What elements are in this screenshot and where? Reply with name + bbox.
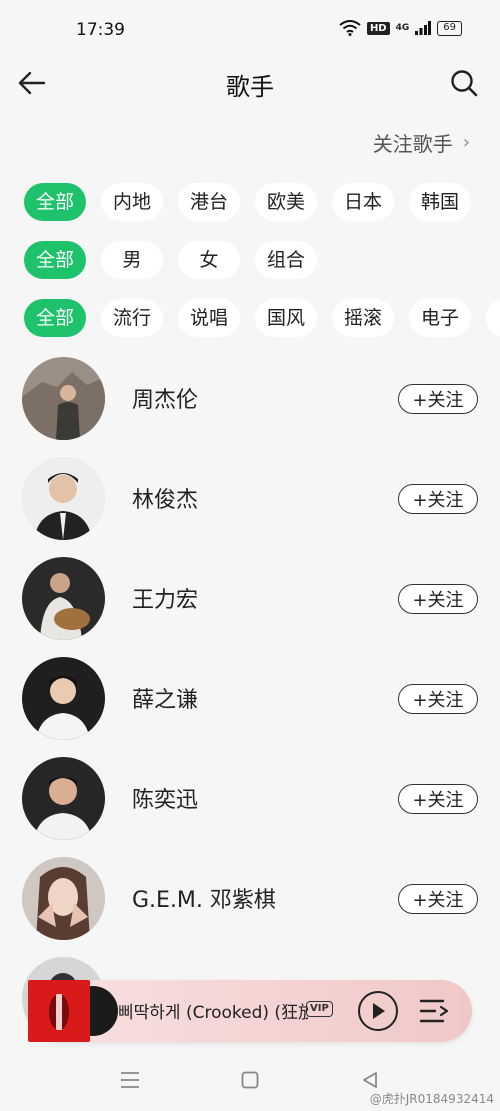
mini-player[interactable]: 삐딱하게 (Crooked) (狂放 VIP — [28, 980, 472, 1042]
avatar — [22, 757, 105, 840]
playlist-button[interactable] — [418, 995, 450, 1027]
singer-name: 薛之谦 — [132, 688, 199, 713]
singer-name: 王力宏 — [132, 588, 199, 613]
genre-chip[interactable]: 流行 — [101, 299, 163, 337]
search-button[interactable] — [446, 65, 482, 101]
singer-row[interactable]: 周杰伦 +关注 — [0, 356, 500, 456]
genre-filter-row: 全部 流行 说唱 国风 摇滚 电子 — [24, 298, 500, 338]
singer-name: 陈奕迅 — [132, 788, 199, 813]
singer-row[interactable]: 王力宏 +关注 — [0, 556, 500, 656]
status-time: 17:39 — [76, 20, 125, 40]
follow-button[interactable]: +关注 — [398, 784, 478, 814]
avatar — [22, 857, 105, 940]
follow-button[interactable]: +关注 — [398, 884, 478, 914]
genre-chip[interactable]: 摇滚 — [332, 299, 394, 337]
region-chip[interactable]: 欧美 — [255, 183, 317, 221]
menu-icon — [121, 1072, 139, 1088]
genre-chip[interactable]: 电子 — [409, 299, 471, 337]
play-button[interactable] — [358, 991, 398, 1031]
search-icon — [451, 70, 478, 97]
region-chip-all[interactable]: 全部 — [24, 183, 86, 221]
chevron-right-icon: › — [462, 132, 470, 153]
singer-row[interactable]: 林俊杰 +关注 — [0, 456, 500, 556]
header: 歌手 — [0, 55, 500, 115]
playlist-icon — [419, 999, 449, 1023]
follow-button[interactable]: +关注 — [398, 384, 478, 414]
genre-chip-all[interactable]: 全部 — [24, 299, 86, 337]
singer-name: 林俊杰 — [132, 488, 199, 513]
region-chip[interactable]: 日本 — [332, 183, 394, 221]
follow-button[interactable]: +关注 — [398, 484, 478, 514]
gender-chip[interactable]: 组合 — [255, 241, 317, 279]
avatar — [22, 657, 105, 740]
status-bar: 17:39 HD 4G 69 — [0, 0, 500, 60]
square-icon — [241, 1071, 259, 1089]
hd-icon: HD — [366, 21, 390, 35]
system-nav-bar: @虎扑JR0184932414 — [0, 1050, 500, 1111]
genre-chip-more[interactable] — [486, 299, 500, 337]
region-chip[interactable]: 港台 — [178, 183, 240, 221]
followed-singers-label: 关注歌手 — [372, 132, 453, 156]
singer-row[interactable]: G.E.M. 邓紫棋 +关注 — [0, 856, 500, 956]
region-chip[interactable]: 韩国 — [409, 183, 471, 221]
region-filter-row: 全部 内地 港台 欧美 日本 韩国 — [24, 182, 500, 222]
singer-name: 周杰伦 — [132, 388, 199, 413]
followed-singers-link[interactable]: 关注歌手 › — [373, 128, 470, 157]
follow-button[interactable]: +关注 — [398, 684, 478, 714]
play-icon — [373, 1003, 385, 1019]
gender-filter-row: 全部 男 女 组合 — [24, 240, 500, 280]
watermark: @虎扑JR0184932414 — [369, 1092, 494, 1106]
album-art[interactable] — [28, 980, 90, 1042]
avatar — [22, 457, 105, 540]
home-nav-button[interactable] — [238, 1068, 262, 1092]
triangle-left-icon — [363, 1072, 377, 1088]
genre-chip[interactable]: 国风 — [255, 299, 317, 337]
region-chip[interactable]: 内地 — [101, 183, 163, 221]
gender-chip[interactable]: 男 — [101, 241, 163, 279]
avatar — [22, 557, 105, 640]
vip-badge: VIP — [306, 1001, 333, 1017]
battery-icon: 69 — [437, 20, 462, 36]
back-nav-button[interactable] — [358, 1068, 382, 1092]
status-icons: HD 4G 69 — [339, 20, 462, 36]
singer-row[interactable]: 陈奕迅 +关注 — [0, 756, 500, 856]
gender-chip-all[interactable]: 全部 — [24, 241, 86, 279]
menu-nav-button[interactable] — [118, 1068, 142, 1092]
gender-chip[interactable]: 女 — [178, 241, 240, 279]
genre-chip[interactable]: 说唱 — [178, 299, 240, 337]
follow-button[interactable]: +关注 — [398, 584, 478, 614]
song-title: 삐딱하게 (Crooked) (狂放 — [118, 1003, 308, 1023]
network-type: 4G — [395, 23, 410, 33]
wifi-icon — [339, 20, 361, 36]
singer-row[interactable]: 薛之谦 +关注 — [0, 656, 500, 756]
singer-list: 周杰伦 +关注 林俊杰 +关注 王力宏 +关注 薛之谦 +关注 陈奕迅 +关注 … — [0, 356, 500, 1056]
avatar — [22, 357, 105, 440]
signal-icon — [415, 21, 432, 35]
page-title: 歌手 — [226, 73, 274, 101]
singer-name: G.E.M. 邓紫棋 — [132, 888, 276, 913]
